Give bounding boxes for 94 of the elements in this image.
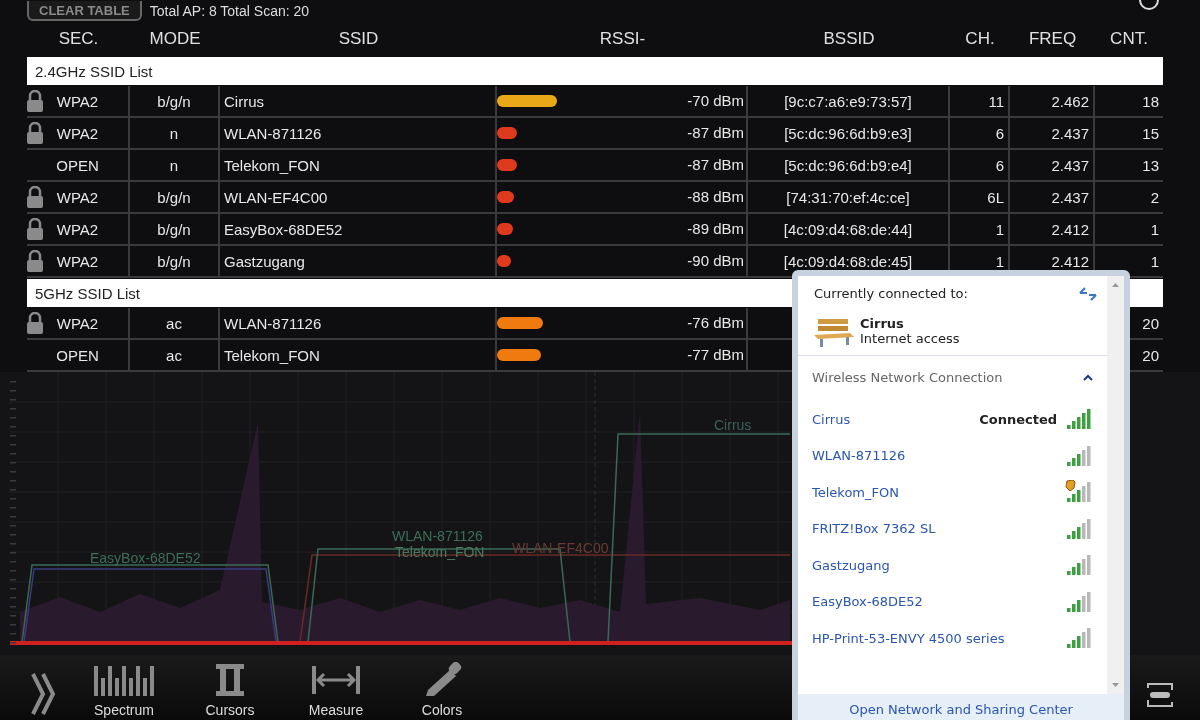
ssid-cell: WLAN-EF4C00	[224, 188, 328, 206]
network-item[interactable]: HP-Print-53-ENVY 4500 series	[798, 620, 1107, 657]
network-item[interactable]: EasyBox-68DE52	[798, 583, 1107, 620]
network-item[interactable]: Cirrus Connected	[798, 401, 1107, 438]
connected-network-name: Cirrus	[860, 316, 905, 331]
bssid-cell: [4c:09:d4:68:de:45]	[783, 252, 913, 270]
frequency-cell: 2.437	[1051, 188, 1089, 206]
toolbar-button[interactable]: Colors	[404, 662, 480, 720]
network-item[interactable]: Telekom_FON	[798, 474, 1107, 511]
double-chevron-icon[interactable]	[30, 672, 56, 716]
toolbar-button[interactable]: Spectrum	[86, 662, 162, 720]
scan-summary: Total AP: 8 Total Scan: 20	[149, 3, 310, 19]
bssid-cell: [9c:c7:a6:e9:73:57]	[784, 92, 912, 110]
ssid-cell: Gastzugang	[224, 252, 305, 270]
frequency-cell: 2.412	[1051, 252, 1089, 270]
frequency-cell: 2.462	[1051, 92, 1089, 110]
column-header[interactable]: CNT.	[1110, 29, 1148, 49]
column-header[interactable]: SEC.	[58, 29, 99, 49]
graph-label: EasyBox-68DE52	[90, 550, 201, 566]
network-item[interactable]: WLAN-871126	[798, 437, 1107, 474]
column-header[interactable]: MODE	[149, 29, 201, 49]
column-header[interactable]: BSSID	[823, 29, 875, 49]
frequency-cell: 2.437	[1051, 124, 1089, 142]
rssi-cell: -87 dBm	[687, 156, 744, 173]
security-cell: WPA2	[56, 188, 99, 206]
graph-label: Cirrus	[714, 417, 752, 433]
channel-cell: 1	[995, 220, 1004, 238]
mode-cell: b/g/n	[157, 188, 191, 206]
channel-cell: 11	[988, 92, 1004, 110]
channel-cell: 1	[995, 252, 1004, 270]
popup-heading: Currently connected to:	[814, 286, 968, 301]
rssi-cell: -70 dBm	[687, 92, 744, 109]
network-item[interactable]: Gastzugang	[798, 547, 1107, 584]
network-status: Connected	[979, 411, 1057, 427]
rssi-cell: -90 dBm	[687, 252, 744, 269]
bssid-cell: [5c:dc:96:6d:b9:e4]	[784, 156, 912, 174]
rssi-cell: -87 dBm	[687, 124, 744, 141]
rssi-cell: -88 dBm	[687, 188, 744, 205]
section-header: 2.4GHz SSID List	[27, 57, 1163, 85]
ssid-cell: Telekom_FON	[224, 156, 320, 174]
network-item[interactable]: FRITZ!Box 7362 SL	[798, 510, 1107, 547]
channel-cell: 6	[995, 156, 1004, 174]
graph-label: WLAN-871126	[392, 528, 483, 544]
column-header[interactable]: CH.	[965, 29, 995, 49]
graph-label: WLAN-EF4C00	[512, 540, 609, 556]
count-cell: 1	[1150, 220, 1159, 238]
mode-cell: n	[169, 124, 179, 142]
ssid-cell: WLAN-871126	[224, 124, 322, 142]
column-header[interactable]: SSID	[338, 29, 379, 49]
connection-status: Internet access	[860, 331, 960, 346]
bssid-cell: [4c:09:d4:68:de:44]	[783, 220, 913, 238]
toolbar-button[interactable]: Measure	[298, 662, 374, 720]
rssi-cell: -89 dBm	[687, 220, 744, 237]
mode-cell: b/g/n	[157, 252, 191, 270]
mode-cell: ac	[166, 346, 182, 364]
toolbar-button[interactable]: Cursors	[192, 662, 268, 720]
screen-toggle-icon[interactable]	[1146, 682, 1174, 708]
count-cell: 13	[1142, 156, 1159, 174]
refresh-icon[interactable]	[1079, 286, 1097, 301]
channel-cell: 6L	[987, 188, 1004, 206]
count-cell: 15	[1142, 124, 1159, 142]
security-cell: WPA2	[56, 252, 99, 270]
rssi-cell: -77 dBm	[687, 346, 744, 363]
mode-cell: ac	[166, 314, 182, 332]
mode-cell: b/g/n	[157, 92, 191, 110]
security-cell: OPEN	[56, 156, 99, 174]
bssid-cell: [74:31:70:ef:4c:ce]	[786, 188, 910, 206]
security-cell: WPA2	[56, 92, 99, 110]
frequency-cell: 2.437	[1051, 156, 1089, 174]
bssid-cell: [5c:dc:96:6d:b9:e3]	[784, 124, 912, 142]
count-cell: 18	[1142, 92, 1159, 110]
clear-table-button[interactable]: CLEAR TABLE	[27, 1, 142, 21]
security-cell: WPA2	[56, 124, 99, 142]
frequency-cell: 2.412	[1051, 220, 1089, 238]
ssid-cell: Cirrus	[224, 92, 264, 110]
count-cell: 20	[1142, 346, 1159, 364]
security-cell: OPEN	[56, 346, 99, 364]
column-header[interactable]: FREQ	[1028, 29, 1077, 49]
count-cell: 1	[1150, 252, 1159, 270]
mode-cell: n	[169, 156, 179, 174]
mode-cell: b/g/n	[157, 220, 191, 238]
section-title: Wireless Network Connection	[812, 370, 1003, 385]
collapse-caret-icon[interactable]	[1083, 374, 1093, 381]
graph-label: Telekom_FON	[395, 544, 485, 560]
column-header[interactable]: RSSI-	[599, 29, 646, 49]
ssid-cell: Telekom_FON	[224, 346, 320, 364]
count-cell: 20	[1142, 314, 1159, 332]
security-cell: WPA2	[56, 314, 99, 332]
count-cell: 2	[1150, 188, 1159, 206]
rssi-cell: -76 dBm	[687, 314, 744, 331]
ssid-cell: EasyBox-68DE52	[224, 220, 343, 238]
channel-cell: 6	[995, 124, 1004, 142]
security-cell: WPA2	[56, 220, 99, 238]
ssid-cell: WLAN-871126	[224, 314, 322, 332]
